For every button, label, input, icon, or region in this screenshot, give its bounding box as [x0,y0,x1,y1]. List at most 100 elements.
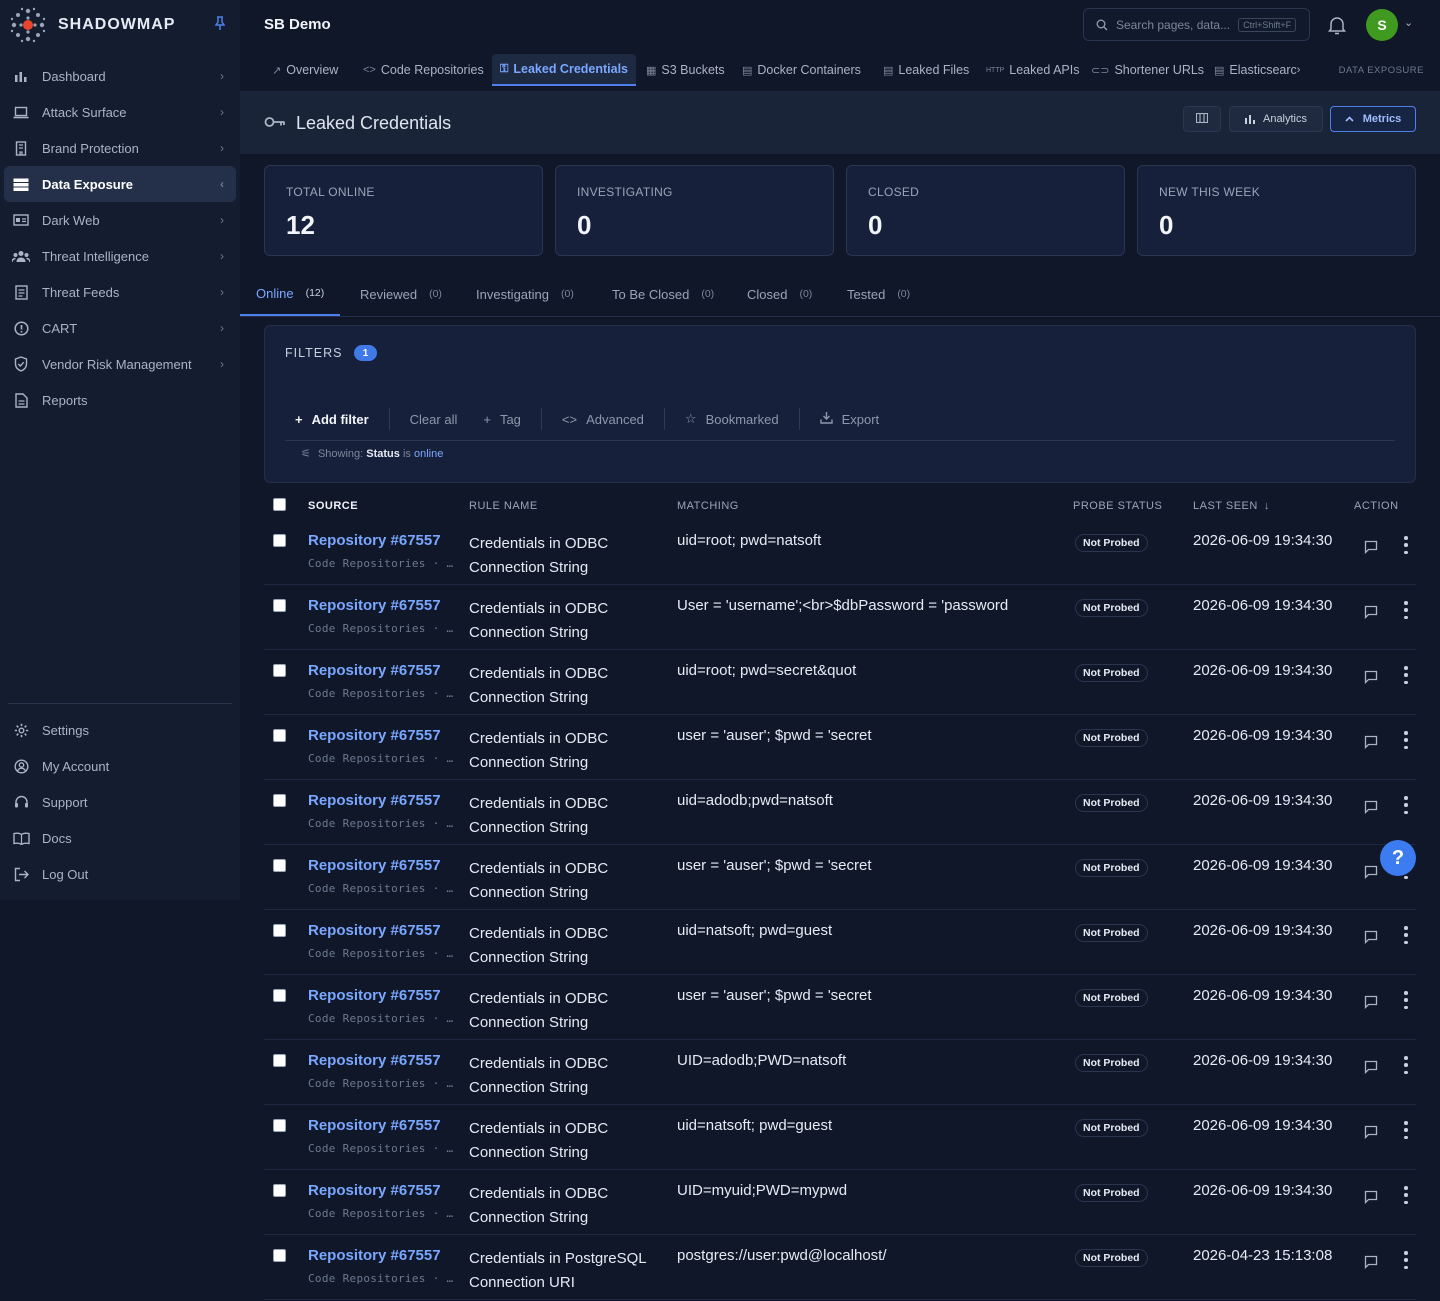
comment-icon[interactable] [1364,605,1378,620]
tab-online[interactable]: Online (12) [240,272,341,316]
sidebar-item-data-exposure[interactable]: Data Exposure ‹ [4,166,236,202]
clear-all-button[interactable]: Clear all [388,408,478,430]
comment-icon[interactable] [1364,1190,1378,1205]
tab-docker-containers[interactable]: ▤ Docker Containers [734,54,869,86]
repository-link[interactable]: Repository #67557 [308,532,441,549]
more-actions-icon[interactable] [1402,536,1410,554]
tab-s3-buckets[interactable]: ▦ S3 Buckets [638,54,733,86]
advanced-button[interactable]: <> Advanced [540,408,664,430]
tab-shortener-urls[interactable]: ⊂⊃ Shortener URLs [1083,54,1212,86]
columns-button[interactable] [1183,106,1221,132]
more-actions-icon[interactable] [1402,731,1410,749]
row-checkbox[interactable] [273,989,286,1002]
row-checkbox[interactable] [273,1054,286,1067]
sidebar-item-my-account[interactable]: My Account [4,748,236,784]
sidebar-item-attack-surface[interactable]: Attack Surface › [4,94,236,130]
tab-leaked-apis[interactable]: HTTP Leaked APIs [978,54,1087,86]
more-actions-icon[interactable] [1402,926,1410,944]
table-row[interactable]: Repository #67557 Code Repositories · … … [264,975,1416,1040]
comment-icon[interactable] [1364,800,1378,815]
column-probe-status[interactable]: PROBE STATUS [1073,500,1162,512]
repository-link[interactable]: Repository #67557 [308,1182,441,1199]
sidebar-item-docs[interactable]: Docs [4,820,236,856]
tab-reviewed[interactable]: Reviewed (0) [344,272,458,316]
table-row[interactable]: Repository #67557 Code Repositories · … … [264,1170,1416,1235]
help-button[interactable]: ? [1380,840,1416,876]
comment-icon[interactable] [1364,1125,1378,1140]
more-actions-icon[interactable] [1402,991,1410,1009]
row-checkbox[interactable] [273,1119,286,1132]
table-row[interactable]: Repository #67557 Code Repositories · … … [264,650,1416,715]
sidebar-item-brand-protection[interactable]: Brand Protection › [4,130,236,166]
comment-icon[interactable] [1364,1255,1378,1270]
row-checkbox[interactable] [273,1184,286,1197]
row-checkbox[interactable] [273,924,286,937]
sidebar-item-support[interactable]: Support [4,784,236,820]
row-checkbox[interactable] [273,664,286,677]
workspace-title[interactable]: SB Demo [264,16,331,33]
analytics-button[interactable]: Analytics [1229,106,1323,132]
sidebar-item-settings[interactable]: Settings [4,712,236,748]
table-row[interactable]: Repository #67557 Code Repositories · … … [264,585,1416,650]
row-checkbox[interactable] [273,794,286,807]
tab-leaked-credentials[interactable]: ⚿ Leaked Credentials [492,54,637,86]
more-actions-icon[interactable] [1402,666,1410,684]
tab-leaked-files[interactable]: ▤ Leaked Files [875,54,977,86]
sidebar-item-reports[interactable]: Reports [4,382,236,418]
tab-code-repositories[interactable]: <> Code Repositories [355,54,492,86]
repository-link[interactable]: Repository #67557 [308,1247,441,1264]
row-checkbox[interactable] [273,729,286,742]
sidebar-item-cart[interactable]: CART › [4,310,236,346]
add-filter-button[interactable]: + Add filter [295,408,389,430]
column-matching[interactable]: MATCHING [677,500,739,512]
table-row[interactable]: Repository #67557 Code Repositories · … … [264,780,1416,845]
repository-link[interactable]: Repository #67557 [308,597,441,614]
table-row[interactable]: Repository #67557 Code Repositories · … … [264,1235,1416,1300]
sidebar-item-threat-intelligence[interactable]: Threat Intelligence › [4,238,236,274]
repository-link[interactable]: Repository #67557 [308,1052,441,1069]
tab-closed[interactable]: Closed (0) [731,272,828,316]
comment-icon[interactable] [1364,670,1378,685]
row-checkbox[interactable] [273,534,286,547]
tab-overview[interactable]: ↗ Overview [264,54,346,86]
sidebar-item-dark-web[interactable]: Dark Web › [4,202,236,238]
repository-link[interactable]: Repository #67557 [308,987,441,1004]
tag-button[interactable]: + Tag [477,408,541,430]
more-actions-icon[interactable] [1402,601,1410,619]
sidebar-item-dashboard[interactable]: Dashboard › [4,58,236,94]
repository-link[interactable]: Repository #67557 [308,662,441,679]
table-row[interactable]: Repository #67557 Code Repositories · … … [264,715,1416,780]
comment-icon[interactable] [1364,995,1378,1010]
repository-link[interactable]: Repository #67557 [308,922,441,939]
brand[interactable]: SHADOWMAP [8,4,175,46]
more-actions-icon[interactable] [1402,1056,1410,1074]
row-checkbox[interactable] [273,859,286,872]
row-checkbox[interactable] [273,1249,286,1262]
chevron-down-icon[interactable]: ⌄ [1404,16,1413,29]
export-button[interactable]: Export [798,408,900,430]
table-row[interactable]: Repository #67557 Code Repositories · … … [264,910,1416,975]
tab-investigating[interactable]: Investigating (0) [460,272,590,316]
select-all-checkbox[interactable] [273,498,286,511]
repository-link[interactable]: Repository #67557 [308,1117,441,1134]
column-last-seen[interactable]: LAST SEEN ↓ [1193,500,1270,512]
more-actions-icon[interactable] [1402,1186,1410,1204]
repository-link[interactable]: Repository #67557 [308,857,441,874]
comment-icon[interactable] [1364,865,1378,880]
avatar[interactable]: S [1366,9,1398,41]
repository-link[interactable]: Repository #67557 [308,727,441,744]
table-row[interactable]: Repository #67557 Code Repositories · … … [264,845,1416,910]
sidebar-item-threat-feeds[interactable]: Threat Feeds › [4,274,236,310]
column-rule-name[interactable]: RULE NAME [469,500,538,512]
bell-icon[interactable] [1328,15,1348,35]
more-actions-icon[interactable] [1402,1251,1410,1269]
comment-icon[interactable] [1364,540,1378,555]
sidebar-item-log-out[interactable]: Log Out [4,856,236,892]
pin-icon[interactable] [214,16,226,33]
bookmarked-button[interactable]: ☆ Bookmarked [663,408,799,430]
sidebar-item-vendor-risk-management[interactable]: Vendor Risk Management › [4,346,236,382]
tab-tested[interactable]: Tested (0) [831,272,926,316]
repository-link[interactable]: Repository #67557 [308,792,441,809]
table-row[interactable]: Repository #67557 Code Repositories · … … [264,520,1416,585]
search-input[interactable]: Search pages, data... Ctrl+Shift+F [1083,8,1310,41]
